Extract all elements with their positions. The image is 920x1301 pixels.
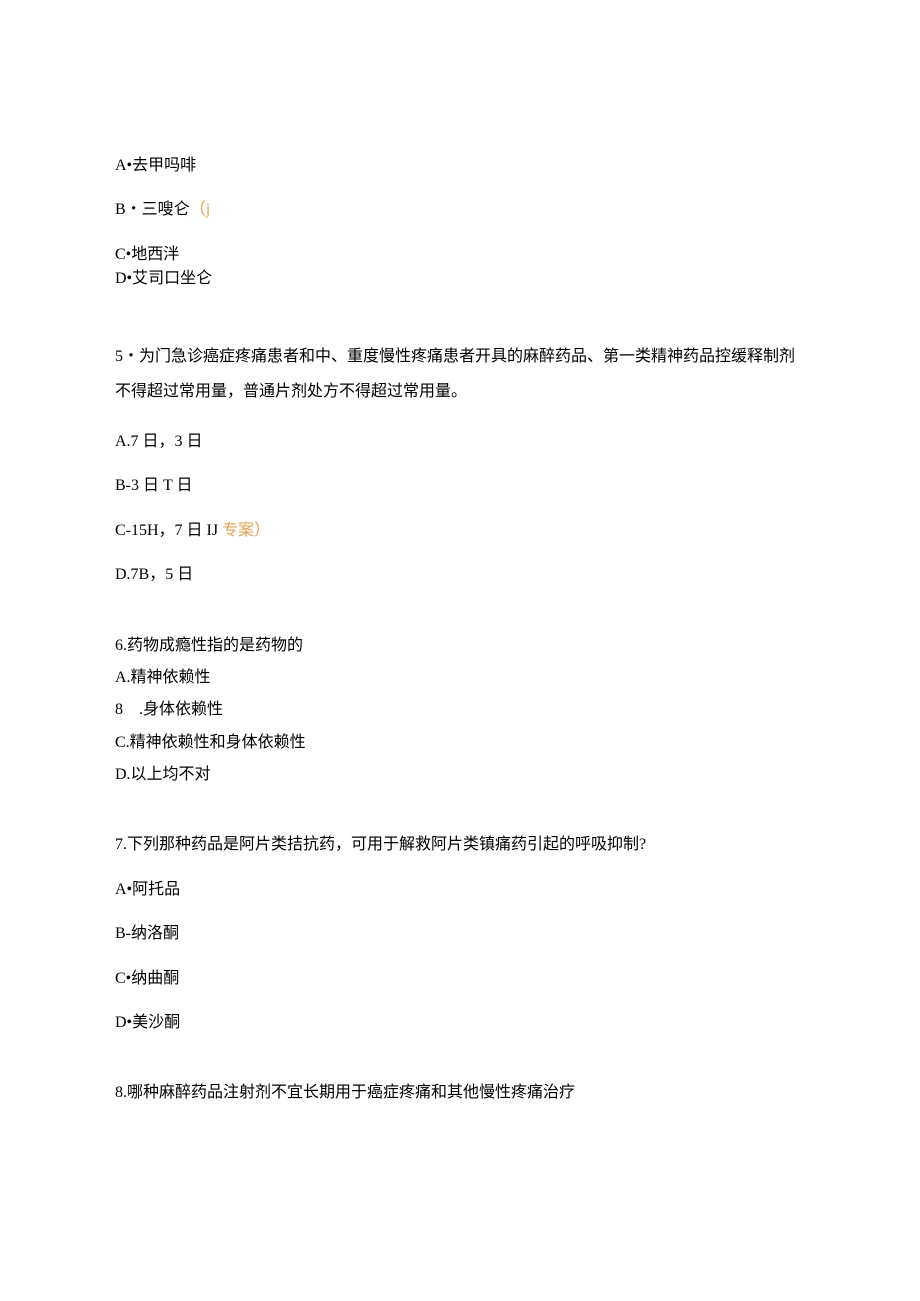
q4-option-b-highlight: （j xyxy=(190,201,210,218)
q5-option-c: C-15H，7 日 IJ 专案） xyxy=(115,520,805,542)
q4-option-b: B・三嗖仑（j xyxy=(115,199,805,221)
q4-option-d: D•艾司口坐仑 xyxy=(115,268,805,290)
q6-option-b: 8 .身体依赖性 xyxy=(115,699,805,721)
q4-option-c: C•地西泮 xyxy=(115,244,805,266)
q4-option-b-text: B・三嗖仑 xyxy=(115,201,190,218)
q8-text: 8.哪种麻醉药品注射剂不宜长期用于癌症疼痛和其他慢性疼痛治疗 xyxy=(115,1082,805,1104)
q7-option-a: A•阿托品 xyxy=(115,879,805,901)
q5-option-c-text: C-15H，7 日 IJ xyxy=(115,522,222,539)
q5-option-a: A.7 日，3 日 xyxy=(115,431,805,453)
q7-option-b: B-纳洛酮 xyxy=(115,923,805,945)
q6-option-a: A.精神依赖性 xyxy=(115,667,805,689)
q7-option-d: D•美沙酮 xyxy=(115,1012,805,1034)
q7-text: 7.下列那种药品是阿片类拮抗药，可用于解救阿片类镇痛药引起的呼吸抑制? xyxy=(115,834,805,856)
q5-text: 5・为门急诊癌症疼痛患者和中、重度慢性疼痛患者开具的麻醉药品、第一类精神药品控缓… xyxy=(115,339,805,409)
q6-text: 6.药物成瘾性指的是药物的 xyxy=(115,635,805,657)
q7-option-c: C•纳曲酮 xyxy=(115,968,805,990)
q6-option-c: C.精神依赖性和身体依赖性 xyxy=(115,732,805,754)
q5-option-c-highlight: 专案） xyxy=(222,522,270,539)
q4-option-a: A•去甲吗啡 xyxy=(115,155,805,177)
q5-option-b: B-3 日 T 日 xyxy=(115,475,805,497)
q6-option-d: D.以上均不对 xyxy=(115,764,805,786)
q5-option-d: D.7B，5 日 xyxy=(115,564,805,586)
